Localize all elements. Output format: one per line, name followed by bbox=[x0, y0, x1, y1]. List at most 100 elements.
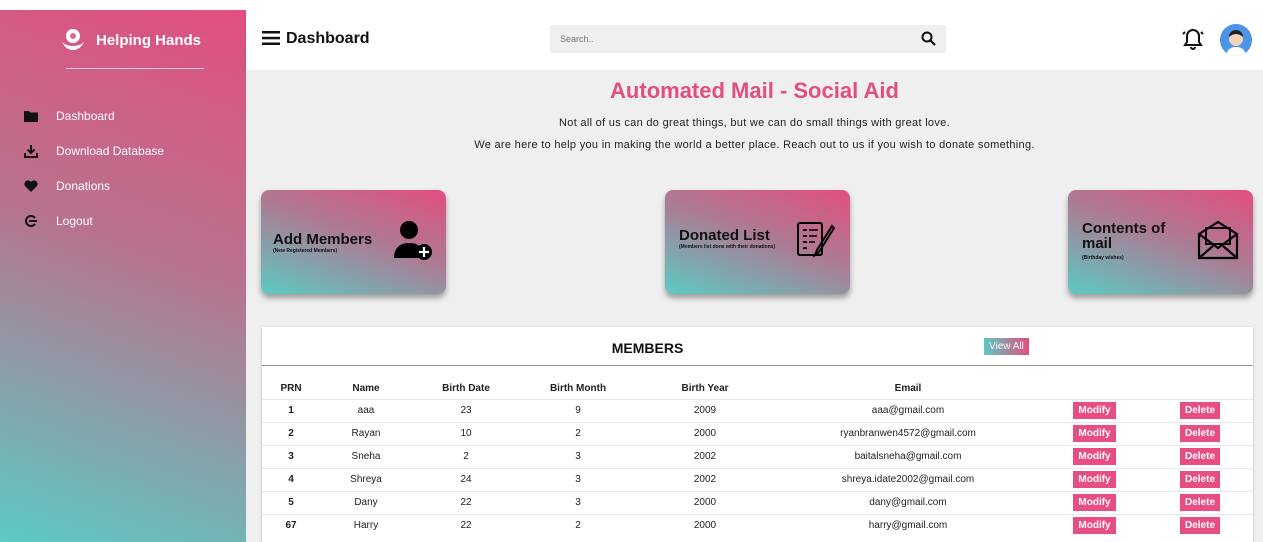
cell-prn: 5 bbox=[262, 490, 320, 514]
cell-prn: 4 bbox=[262, 467, 320, 491]
view-all-button[interactable]: View All bbox=[984, 338, 1029, 355]
table-row: 4 Shreya 24 3 2002 shreya.idate2002@gmail.com… bbox=[262, 467, 1253, 491]
table-header-row: PRN Name Birth Date Birth Month Birth Ye… bbox=[262, 379, 1253, 399]
cell-name: Rayan bbox=[320, 421, 412, 445]
divider bbox=[262, 365, 1253, 366]
delete-button[interactable]: Delete bbox=[1179, 471, 1220, 488]
cell-birth-year: 2000 bbox=[636, 490, 774, 514]
cell-birth-date: 2 bbox=[412, 444, 520, 468]
helping-hands-logo-icon bbox=[62, 29, 84, 50]
modify-button[interactable]: Modify bbox=[1073, 471, 1116, 488]
brand[interactable]: Helping Hands bbox=[60, 28, 201, 52]
column-header-birth-date: Birth Date bbox=[442, 383, 490, 395]
delete-button[interactable]: Delete bbox=[1179, 517, 1220, 535]
column-header-email: Email bbox=[894, 383, 922, 395]
card-title: Donated List bbox=[679, 227, 770, 244]
sidebar-nav: Dashboard Download Database Donations Lo… bbox=[24, 98, 164, 238]
cell-email: harry@gmail.com bbox=[774, 513, 1042, 537]
cell-prn: 1 bbox=[262, 398, 320, 422]
modify-button[interactable]: Modify bbox=[1073, 425, 1116, 442]
cell-birth-date: 10 bbox=[412, 421, 520, 445]
cell-birth-month: 3 bbox=[520, 444, 636, 468]
cell-email: ryanbranwen4572@gmail.com bbox=[774, 421, 1042, 445]
card-subtitle: (Members list done with their donations) bbox=[679, 244, 776, 250]
cell-prn: 2 bbox=[262, 421, 320, 445]
card-title: Add Members bbox=[273, 231, 373, 248]
sidebar-item-label: Logout bbox=[56, 213, 93, 228]
hero-tagline-1: Not all of us can do great things, but w… bbox=[559, 117, 950, 129]
table-row: 3 Sneha 2 3 2002 baitalsneha@gmail.com Modify D… bbox=[262, 444, 1253, 468]
cell-name: Dany bbox=[320, 490, 412, 514]
sidebar: Helping Hands Dashboard Download Databas… bbox=[0, 10, 246, 542]
column-header-name: Name bbox=[352, 383, 380, 395]
menu-icon[interactable] bbox=[262, 30, 280, 46]
cell-birth-year: 2002 bbox=[636, 444, 774, 468]
sidebar-item-label: Download Database bbox=[56, 143, 165, 158]
modify-button[interactable]: Modify bbox=[1073, 402, 1116, 419]
brand-divider bbox=[66, 68, 204, 69]
cell-birth-year: 2002 bbox=[636, 467, 774, 491]
sidebar-item-logout[interactable]: Logout bbox=[24, 203, 164, 238]
heart-icon bbox=[24, 179, 38, 193]
table-row: 2 Rayan 10 2 2000 ryanbranwen4572@gmail.com Mo… bbox=[262, 421, 1253, 445]
delete-button[interactable]: Delete bbox=[1179, 402, 1220, 419]
folder-icon bbox=[24, 109, 38, 123]
brand-name: Helping Hands bbox=[96, 31, 202, 49]
cell-email: aaa@gmail.com bbox=[774, 398, 1042, 422]
delete-button[interactable]: Delete bbox=[1179, 494, 1220, 511]
cell-email: dany@gmail.com bbox=[774, 490, 1042, 514]
cell-prn: 67 bbox=[262, 513, 320, 537]
delete-button[interactable]: Delete bbox=[1179, 425, 1220, 442]
card-subtitle: (Birthday wishes) bbox=[1082, 255, 1124, 261]
cell-name: Harry bbox=[320, 513, 412, 537]
cell-birth-month: 2 bbox=[520, 421, 636, 445]
table-row: 1 aaa 23 9 2009 aaa@gmail.com Modify Delete bbox=[262, 398, 1253, 422]
cell-birth-month: 9 bbox=[520, 398, 636, 422]
top-header: Dashboard bbox=[246, 10, 1263, 70]
contents-of-mail-card[interactable]: Contents of mail (Birthday wishes) bbox=[1068, 190, 1253, 294]
search-icon[interactable] bbox=[921, 31, 936, 46]
table-row: 5 Dany 22 3 2000 dany@gmail.com Modify Delete bbox=[262, 490, 1253, 514]
column-header-prn: PRN bbox=[280, 383, 302, 395]
cell-birth-month: 3 bbox=[520, 467, 636, 491]
cell-name: aaa bbox=[320, 398, 412, 422]
hero-title: Automated Mail - Social Aid bbox=[610, 78, 899, 103]
cell-name: Sneha bbox=[320, 444, 412, 468]
cell-prn: 3 bbox=[262, 444, 320, 468]
page-title: Dashboard bbox=[286, 30, 370, 47]
search-input[interactable] bbox=[550, 25, 910, 53]
sidebar-item-dashboard[interactable]: Dashboard bbox=[24, 98, 164, 133]
cell-birth-year: 2000 bbox=[636, 421, 774, 445]
donated-list-card[interactable]: Donated List (Members list done with the… bbox=[665, 190, 850, 294]
modify-button[interactable]: Modify bbox=[1073, 494, 1116, 511]
add-members-card[interactable]: Add Members (New Registered Members) bbox=[261, 190, 446, 294]
add-user-icon bbox=[394, 221, 432, 260]
download-icon bbox=[24, 144, 38, 158]
sidebar-item-donations[interactable]: Donations bbox=[24, 168, 164, 203]
cell-birth-date: 23 bbox=[412, 398, 520, 422]
cell-birth-date: 22 bbox=[412, 513, 520, 537]
cell-birth-year: 2009 bbox=[636, 398, 774, 422]
avatar[interactable] bbox=[1220, 24, 1252, 56]
bell-icon[interactable] bbox=[1182, 27, 1204, 51]
modify-button[interactable]: Modify bbox=[1073, 517, 1116, 535]
sidebar-item-label: Donations bbox=[56, 178, 111, 193]
cell-birth-month: 2 bbox=[520, 513, 636, 537]
members-title: MEMBERS bbox=[611, 340, 684, 356]
members-table: PRN Name Birth Date Birth Month Birth Ye… bbox=[262, 379, 1253, 537]
cell-birth-date: 22 bbox=[412, 490, 520, 514]
logout-icon bbox=[24, 214, 38, 228]
search-bar bbox=[550, 25, 946, 53]
cell-birth-date: 24 bbox=[412, 467, 520, 491]
card-title: Contents of mail bbox=[1082, 220, 1166, 252]
sidebar-item-download-database[interactable]: Download Database bbox=[24, 133, 164, 168]
cell-name: Shreya bbox=[320, 467, 412, 491]
sidebar-item-label: Dashboard bbox=[56, 108, 115, 123]
modify-button[interactable]: Modify bbox=[1073, 448, 1116, 465]
table-row: 67 Harry 22 2 2000 harry@gmail.com Modify Delet… bbox=[262, 513, 1253, 537]
document-list-icon bbox=[797, 222, 835, 258]
cell-email: baitalsneha@gmail.com bbox=[774, 444, 1042, 468]
column-header-birth-month: Birth Month bbox=[549, 383, 607, 395]
user-avatar-icon bbox=[1220, 24, 1252, 56]
delete-button[interactable]: Delete bbox=[1179, 448, 1220, 465]
